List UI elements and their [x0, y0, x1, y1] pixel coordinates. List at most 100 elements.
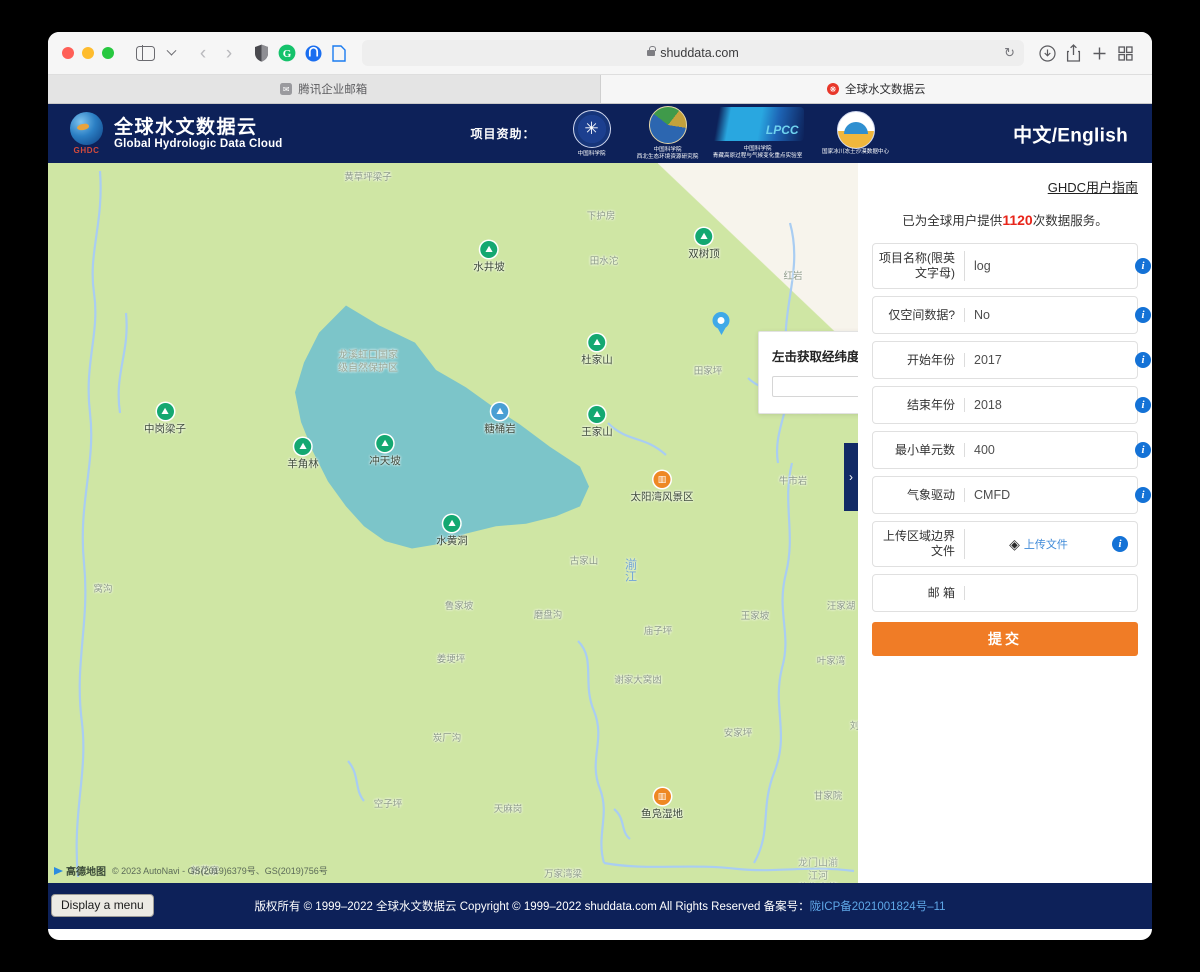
cas-logo-icon	[572, 109, 611, 148]
field-label: 仅空间数据?	[873, 307, 965, 323]
forward-glyph: ›	[225, 42, 233, 64]
amap-attribution-text: © 2023 AutoNavi - GS(2019)6379号、GS(2019)…	[112, 866, 328, 876]
brand-text: 全球水文数据云 Global Hydrologic Data Cloud	[114, 117, 283, 151]
request-form-panel: GHDC用户指南 已为全球用户提供1120次数据服务。 项目名称(限英文字母) i…	[858, 163, 1152, 883]
footer-copyright: 版权所有 © 1999–2022 全球水文数据云 Copyright © 199…	[254, 901, 810, 913]
display-menu-tooltip: Display a menu	[51, 894, 154, 917]
lpcc-logo-icon	[711, 107, 804, 142]
field-label: 结束年份	[873, 397, 965, 413]
shield-icon[interactable]	[248, 40, 274, 66]
reload-icon[interactable]: ↻	[1004, 45, 1015, 61]
amap-provider-name: 高德地图	[66, 867, 106, 878]
latlng-popup-title: 左击获取经纬度：	[772, 350, 858, 364]
browser-toolbar: ‹ › G shuddata.com ↻	[48, 32, 1152, 75]
sponsor-caption: 国家冰川冻土沙漠数据中心	[821, 149, 890, 155]
grammarly-icon[interactable]: G	[274, 40, 300, 66]
upload-cell[interactable]: ◈ 上传文件	[965, 536, 1112, 553]
language-toggle[interactable]: 中文/English	[1013, 120, 1128, 147]
service-count-number: 1120	[1002, 212, 1033, 228]
brand-logo[interactable]: GHDC 全球水文数据云 Global Hydrologic Data Clou…	[70, 112, 283, 155]
info-icon[interactable]: i	[1112, 536, 1128, 552]
site-footer: 版权所有 © 1999–2022 全球水文数据云 Copyright © 199…	[48, 883, 1152, 929]
url-text-group: shuddata.com	[647, 46, 739, 60]
field-label: 气象驱动	[873, 487, 965, 503]
field-value[interactable]	[965, 488, 1135, 502]
field-label: 最小单元数	[873, 442, 965, 458]
info-icon[interactable]: i	[1135, 258, 1151, 274]
sponsor-group: 项目资助： 中国科学院 中国科学院 西北生态环境资源研究院 中国科学院 青藏高原…	[471, 106, 902, 161]
field-value[interactable]	[965, 398, 1135, 412]
site-header: GHDC 全球水文数据云 Global Hydrologic Data Clou…	[48, 104, 1152, 163]
ghdc-icon: ❋	[827, 83, 839, 95]
tab-tencent-mail[interactable]: ✉ 腾讯企业邮箱	[48, 75, 601, 103]
upload-button-label[interactable]: 上传文件	[1024, 536, 1068, 552]
back-icon[interactable]: ‹	[190, 40, 216, 66]
field-value[interactable]	[965, 259, 1135, 273]
sidebar-icon[interactable]	[132, 40, 158, 66]
window-controls	[62, 47, 114, 59]
field-row[interactable]: 气象驱动 i	[872, 476, 1151, 514]
field-label: 上传区域边界文件	[873, 529, 965, 559]
sponsor-caption: 中国科学院 西北生态环境资源研究院	[636, 147, 699, 160]
extension-icon[interactable]	[300, 40, 326, 66]
tab-ghdc[interactable]: ❋ 全球水文数据云	[600, 75, 1152, 103]
new-tab-icon[interactable]	[1086, 40, 1112, 66]
reader-icon[interactable]	[326, 40, 352, 66]
desktop-background: ‹ › G shuddata.com ↻ ✉ 腾讯企业邮箱 ❋ 全球水文数据云 …	[0, 0, 1200, 972]
panel-collapse-handle[interactable]: ›	[844, 443, 858, 511]
info-icon[interactable]: i	[1135, 352, 1151, 368]
info-icon[interactable]: i	[1135, 397, 1151, 413]
service-count-text: 已为全球用户提供1120次数据服务。	[872, 210, 1138, 229]
sponsor-ncdc[interactable]: 国家冰川冻土沙漠数据中心	[810, 111, 902, 156]
field-upload-boundary[interactable]: 上传区域边界文件 ◈ 上传文件 i	[872, 521, 1138, 567]
latlng-input[interactable]	[772, 376, 858, 397]
qq-mail-icon: ✉	[280, 83, 293, 95]
svg-text:G: G	[283, 48, 292, 60]
url-text: shuddata.com	[660, 46, 739, 60]
sponsor-nieer[interactable]: 中国科学院 西北生态环境资源研究院	[630, 106, 706, 161]
sponsor-cas[interactable]: 中国科学院	[554, 109, 630, 158]
form-fields-group: 项目名称(限英文字母) i 仅空间数据? i 开始年份 i 结束年份 i 最小单元数 i 气象驱动 i	[872, 243, 1151, 521]
field-value[interactable]	[965, 443, 1135, 457]
globe-logo-wrap: GHDC	[70, 112, 103, 155]
chevron-down-icon[interactable]	[158, 40, 184, 66]
info-icon[interactable]: i	[1135, 487, 1151, 503]
browser-window: ‹ › G shuddata.com ↻ ✉ 腾讯企业邮箱 ❋ 全球水文数据云 …	[48, 32, 1152, 940]
nieer-logo-icon	[648, 106, 687, 145]
field-value[interactable]	[965, 308, 1135, 322]
field-row[interactable]: 项目名称(限英文字母) i	[872, 243, 1151, 289]
field-row[interactable]: 最小单元数 i	[872, 431, 1151, 469]
field-row[interactable]: 结束年份 i	[872, 386, 1151, 424]
share-icon[interactable]	[1060, 40, 1086, 66]
service-count-prefix: 已为全球用户提供	[902, 214, 1003, 228]
map-pin-icon[interactable]	[712, 312, 730, 335]
field-value[interactable]	[965, 353, 1135, 367]
close-window-button[interactable]	[62, 47, 74, 59]
icp-link[interactable]: 陇ICP备2021001824号–11	[810, 898, 946, 914]
map-canvas[interactable]: 黄草坪梁子下护房⛰双树顶⛰水井坡田水沱红岩窝家沟龙溪虹口国家 级自然保护区⛰杜家…	[48, 163, 858, 883]
tab-overview-icon[interactable]	[1112, 40, 1138, 66]
user-guide-link[interactable]: GHDC用户指南	[1048, 177, 1138, 196]
field-row[interactable]: 开始年份 i	[872, 341, 1151, 379]
lock-icon	[647, 46, 656, 57]
logo-acronym: GHDC	[73, 146, 100, 155]
info-icon[interactable]: i	[1135, 442, 1151, 458]
sponsor-lpcc[interactable]: 中国科学院 青藏高原过程与气候变化重点实验室	[706, 107, 810, 160]
maximize-window-button[interactable]	[102, 47, 114, 59]
back-glyph: ‹	[199, 42, 207, 64]
downloads-icon[interactable]	[1034, 40, 1060, 66]
latlng-popup: 左击获取经纬度：	[758, 331, 858, 414]
page-content: 黄草坪梁子下护房⛰双树顶⛰水井坡田水沱红岩窝家沟龙溪虹口国家 级自然保护区⛰杜家…	[48, 163, 1152, 883]
globe-icon	[70, 112, 103, 145]
tab-bar: ✉ 腾讯企业邮箱 ❋ 全球水文数据云	[48, 75, 1152, 104]
field-row[interactable]: 仅空间数据? i	[872, 296, 1151, 334]
email-field[interactable]	[965, 586, 1135, 600]
map-attribution: 高德地图 © 2023 AutoNavi - GS(2019)6379号、GS(…	[54, 863, 328, 878]
submit-button[interactable]: 提交	[872, 622, 1138, 656]
minimize-window-button[interactable]	[82, 47, 94, 59]
info-icon[interactable]: i	[1135, 307, 1151, 323]
forward-icon[interactable]: ›	[216, 40, 242, 66]
service-count-suffix: 次数据服务。	[1032, 214, 1108, 228]
address-bar[interactable]: shuddata.com ↻	[362, 40, 1024, 66]
field-email[interactable]: 邮 箱	[872, 574, 1138, 612]
